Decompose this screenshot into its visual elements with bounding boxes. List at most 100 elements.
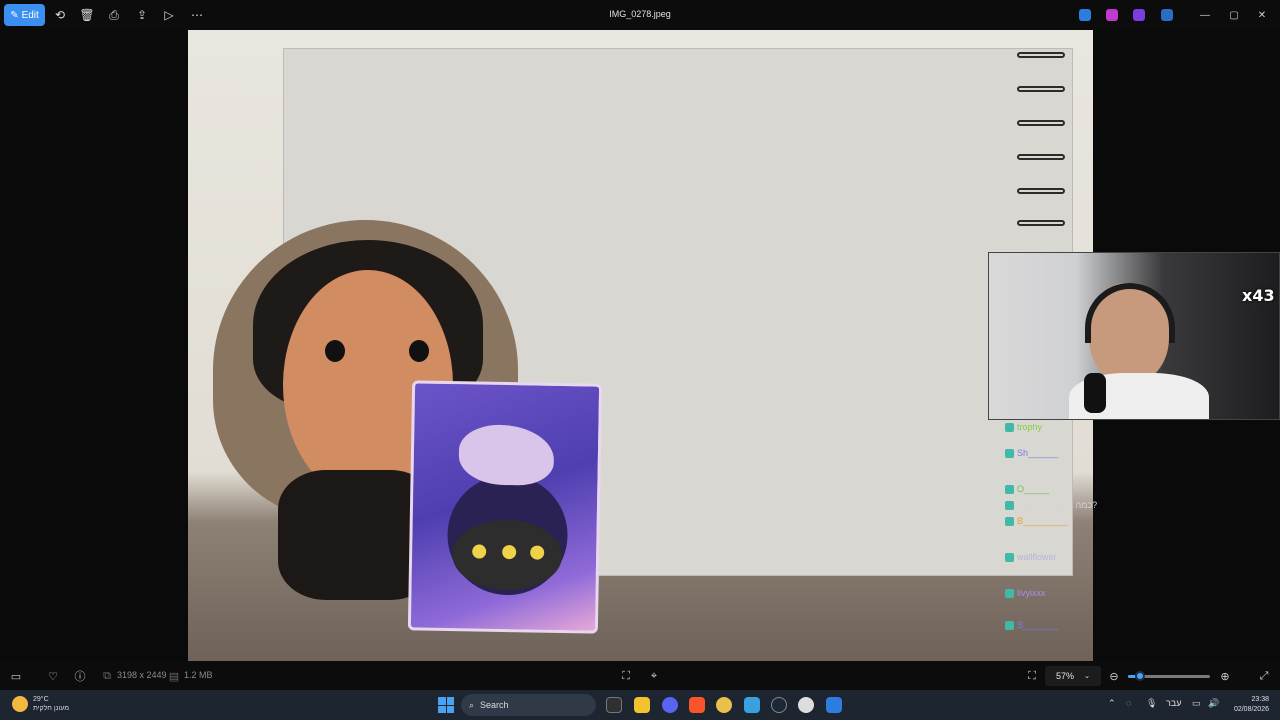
clock-time: 23:38 [1251, 696, 1269, 703]
favorite-icon[interactable]: ♡ [45, 668, 61, 684]
zoom-dropdown[interactable]: 57% ⌄ [1045, 666, 1101, 686]
search-icon: ⌕ [469, 699, 475, 710]
maximize-icon[interactable]: ▢ [1225, 6, 1243, 24]
fullscreen-icon[interactable]: ⤢ [1256, 668, 1272, 684]
headphones [1085, 283, 1175, 343]
steam-icon[interactable] [771, 697, 787, 713]
dimensions-icon: ⧉ [103, 669, 111, 682]
chat-username: O_____ [1017, 484, 1050, 494]
start-button[interactable] [438, 697, 454, 713]
obs-icon[interactable] [798, 697, 814, 713]
chat-line: B_________ [1005, 516, 1068, 526]
chat-username: trophy [1017, 422, 1043, 432]
task-view-icon[interactable] [606, 697, 622, 713]
spiral-ring [1017, 220, 1065, 226]
zoom-slider[interactable] [1128, 671, 1210, 681]
brave-icon[interactable] [689, 697, 705, 713]
app-icon-4[interactable] [744, 697, 760, 713]
chrome-icon[interactable] [716, 697, 732, 713]
zoom-value: 57% [1056, 671, 1075, 681]
chat-badge-icon [1005, 448, 1014, 458]
taskbar: 29°C מעונן חלקית ⌕ Search ⌃ ◌ 🎙 עבר ▭ 🔊 … [0, 690, 1280, 720]
clock-date: 02/08/2026 [1233, 706, 1269, 713]
chat-username: livyixxx [1017, 588, 1046, 598]
chevron-down-icon: ⌄ [1084, 673, 1090, 680]
fit-to-window-icon[interactable]: ⛶ [1024, 668, 1040, 684]
rotate-icon[interactable]: ⟲ [51, 6, 69, 24]
chat-badge-icon [1005, 516, 1014, 526]
chat-username: wallflower [1017, 552, 1057, 562]
zoom-out-icon[interactable]: ⊖ [1106, 668, 1122, 684]
weather-widget[interactable]: 29°C מעונן חלקית [12, 695, 69, 713]
chat-line: S_______ [1005, 620, 1058, 630]
app-icon-2[interactable] [1106, 9, 1118, 21]
stream-chat: trophy Sh______ O_____ כמה בנות שרות שלי? B_… [1005, 420, 1135, 660]
onedrive-icon[interactable] [1161, 9, 1173, 21]
file-explorer-icon[interactable] [634, 697, 650, 713]
tray-chevron-icon[interactable]: ⌃ [1108, 698, 1116, 709]
more-options-icon[interactable]: ⋯ [188, 6, 206, 24]
visual-search-icon[interactable]: ⌖ [646, 668, 662, 684]
webcam-overlay [988, 252, 1280, 420]
close-icon[interactable]: ✕ [1253, 6, 1271, 24]
chat-badge-icon [1005, 422, 1014, 432]
bottom-bar: ▭ ♡ ⓘ ⧉ 3198 x 2449 ▤ 1.2 MB ⛶ ⌖ ⛶ 57% ⌄… [0, 661, 1280, 690]
chat-username: B_________ [1017, 516, 1069, 526]
chat-line: trophy [1005, 422, 1042, 432]
weather-temperature: 29°C [33, 696, 49, 703]
keyboard-language[interactable]: עבר [1166, 698, 1181, 708]
photo [188, 30, 1093, 661]
microphone-icon[interactable]: 🎙 [1146, 698, 1157, 709]
file-name: IMG_0278.jpeg [609, 9, 671, 19]
network-icon[interactable]: ▭ [1192, 698, 1201, 709]
app-icon-1[interactable] [1079, 9, 1091, 21]
title-bar: ✎ Edit ⟲ 🗑 ⎙ ⇪ ▷ ⋯ IMG_0278.jpeg — ▢ ✕ [0, 0, 1280, 30]
tray-icon-1[interactable]: ◌ [1126, 698, 1131, 708]
info-icon[interactable]: ⓘ [72, 668, 88, 684]
app-icon-3[interactable] [1133, 9, 1145, 21]
chat-message: כמה בנות שרות שלי? [1017, 500, 1098, 510]
chat-badge-icon [1005, 500, 1014, 510]
chat-badge-icon [1005, 484, 1014, 494]
spiral-ring [1017, 188, 1065, 194]
taskbar-search[interactable]: ⌕ Search [461, 694, 596, 716]
crop-select-icon[interactable]: ⛶ [618, 668, 634, 684]
zoom-slider-thumb[interactable] [1135, 671, 1146, 681]
chat-line: livyixxx [1005, 588, 1046, 598]
spiral-ring [1017, 52, 1065, 58]
chat-line: O_____ [1005, 484, 1049, 494]
chat-line: wallflower [1005, 552, 1057, 562]
discord-icon[interactable] [662, 697, 678, 713]
multiplier-badge: x43 [1242, 286, 1275, 305]
chat-badge-icon [1005, 620, 1014, 630]
spiral-ring [1017, 120, 1065, 126]
file-size: 1.2 MB [184, 670, 213, 680]
spiral-ring [1017, 154, 1065, 160]
delete-icon[interactable]: 🗑 [78, 6, 96, 24]
illustrated-card [407, 380, 603, 634]
edit-button[interactable]: ✎ Edit [4, 4, 45, 26]
share-icon[interactable]: ⇪ [133, 6, 151, 24]
edit-label: Edit [21, 9, 39, 21]
clock[interactable]: 23:38 02/08/2026 [1223, 695, 1269, 715]
volume-icon[interactable]: 🔊 [1208, 698, 1219, 709]
chat-line: כמה בנות שרות שלי? [1005, 500, 1097, 510]
chat-line: Sh______ [1005, 448, 1058, 458]
spiral-ring [1017, 86, 1065, 92]
slideshow-icon[interactable]: ▷ [160, 6, 178, 24]
photos-icon[interactable] [826, 697, 842, 713]
chat-badge-icon [1005, 588, 1014, 598]
search-placeholder: Search [480, 700, 509, 710]
print-icon[interactable]: ⎙ [105, 6, 123, 24]
image-dimensions: 3198 x 2449 [117, 670, 167, 680]
chat-badge-icon [1005, 552, 1014, 562]
chat-username: Sh______ [1017, 448, 1059, 458]
chat-username: S_______ [1017, 620, 1059, 630]
file-size-icon: ▤ [168, 670, 180, 683]
filmstrip-icon[interactable]: ▭ [8, 668, 24, 684]
minimize-icon[interactable]: — [1196, 6, 1214, 24]
weather-description: מעונן חלקית [33, 705, 70, 712]
pencil-icon: ✎ [10, 9, 19, 21]
zoom-in-icon[interactable]: ⊕ [1217, 668, 1233, 684]
microphone [1084, 373, 1106, 413]
